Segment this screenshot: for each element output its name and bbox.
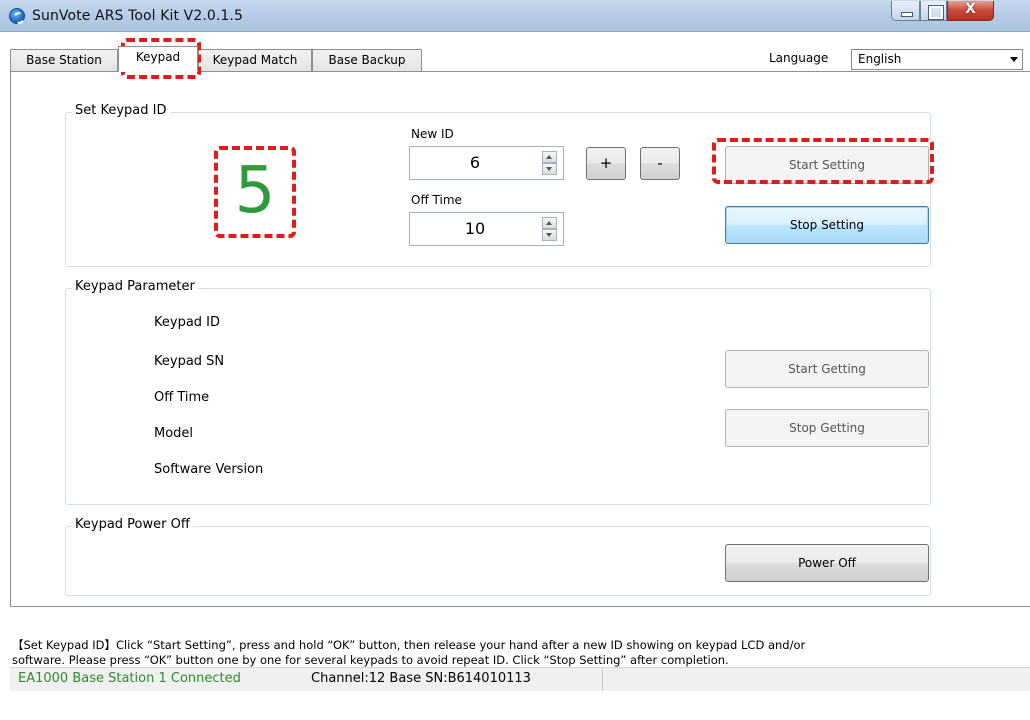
tab-base-station[interactable]: Base Station [10, 49, 118, 71]
off-time-spin-buttons[interactable] [542, 217, 557, 242]
base-details: Channel:12 Base SN:B614010113 [311, 671, 531, 686]
instruction-line-2: software. Please press “OK” button one b… [12, 653, 729, 667]
start-setting-button[interactable]: Start Setting [725, 146, 929, 184]
tab-keypad-match[interactable]: Keypad Match [198, 49, 312, 71]
current-keypad-id: 5 [234, 154, 276, 228]
param-software-version-label: Software Version [154, 462, 264, 477]
keypad-parameter-title: Keypad Parameter [72, 279, 198, 294]
decrement-button[interactable]: - [640, 147, 680, 180]
stop-getting-button[interactable]: Stop Getting [725, 409, 929, 447]
off-time-label: Off Time [411, 193, 462, 207]
language-value: English [858, 52, 902, 66]
power-off-button[interactable]: Power Off [725, 544, 929, 582]
new-id-stepper[interactable]: 6 [409, 146, 564, 180]
chevron-down-icon [1010, 57, 1018, 62]
status-bar: EA1000 Base Station 1 Connected Channel:… [10, 667, 1030, 692]
increment-button[interactable]: + [586, 147, 626, 180]
off-time-stepper[interactable]: 10 [409, 212, 564, 246]
off-time-value: 10 [464, 219, 486, 238]
new-id-spin-buttons[interactable] [542, 151, 557, 176]
panel-border [10, 71, 11, 606]
new-id-label: New ID [411, 127, 454, 141]
status-divider [602, 668, 603, 692]
instruction-line-1: 【Set Keypad ID】Click “Start Setting”, pr… [12, 638, 806, 652]
instruction-text: 【Set Keypad ID】Click “Start Setting”, pr… [12, 638, 1027, 668]
spin-down-icon[interactable] [542, 229, 557, 241]
close-button[interactable] [947, 1, 994, 21]
param-keypad-sn-label: Keypad SN [154, 354, 225, 369]
spin-up-icon[interactable] [542, 217, 557, 229]
spin-up-icon[interactable] [542, 151, 557, 163]
language-label: Language [769, 51, 829, 65]
param-keypad-id-label: Keypad ID [154, 315, 221, 330]
new-id-value: 6 [469, 153, 481, 172]
language-select[interactable]: English [851, 49, 1023, 70]
start-getting-button[interactable]: Start Getting [725, 350, 929, 388]
window-bottom [0, 691, 1030, 720]
connection-status: EA1000 Base Station 1 Connected [18, 671, 241, 686]
window-title: SunVote ARS Tool Kit V2.0.1.5 [32, 8, 243, 24]
minimize-button[interactable] [891, 1, 920, 21]
tab-keypad[interactable]: Keypad [118, 46, 198, 72]
stop-setting-button[interactable]: Stop Setting [725, 206, 929, 244]
tab-base-backup[interactable]: Base Backup [312, 49, 422, 71]
param-off-time-label: Off Time [154, 390, 210, 405]
title-bar: SunVote ARS Tool Kit V2.0.1.5 [0, 0, 1030, 32]
keypad-power-off-title: Keypad Power Off [72, 517, 193, 532]
maximize-button[interactable] [920, 1, 947, 21]
spin-down-icon[interactable] [542, 163, 557, 175]
param-model-label: Model [154, 426, 194, 441]
set-keypad-id-title: Set Keypad ID [72, 103, 170, 118]
sunvote-app-icon [9, 8, 25, 24]
